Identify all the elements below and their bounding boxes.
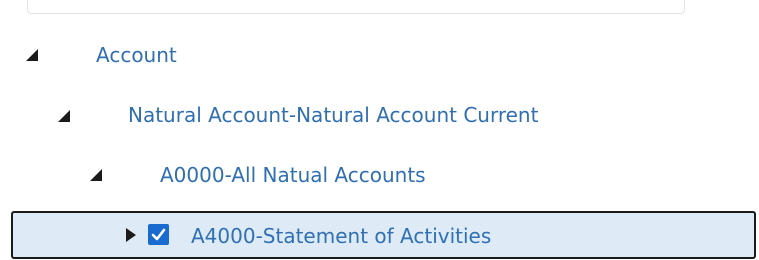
tree-node-natural-account[interactable]: Natural Account-Natural Account Current [128, 103, 538, 127]
collapse-toggle-icon[interactable] [25, 48, 39, 62]
tree-node-a0000[interactable]: A0000-All Natual Accounts [160, 163, 426, 187]
tree-node-a4000[interactable]: A4000-Statement of Activities [191, 224, 491, 248]
checkbox-checked-icon[interactable] [148, 224, 169, 245]
collapse-toggle-icon[interactable] [57, 109, 71, 123]
expand-toggle-icon[interactable] [124, 227, 138, 242]
filter-input-box[interactable] [27, 0, 685, 14]
tree-node-account[interactable]: Account [96, 43, 177, 67]
collapse-toggle-icon[interactable] [89, 168, 103, 182]
